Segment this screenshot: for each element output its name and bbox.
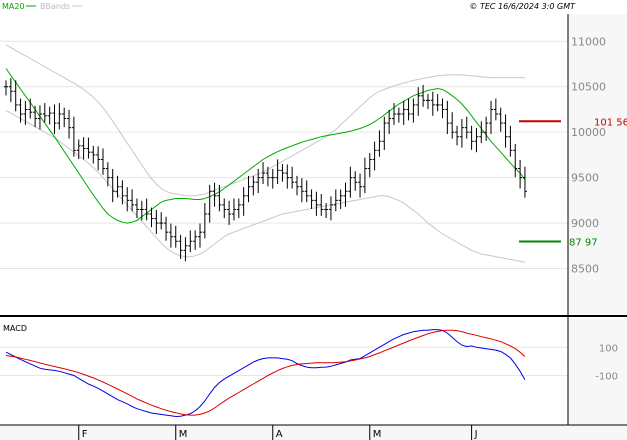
date-axis-bg [0,425,627,440]
legend-ma20: MA20 [2,2,25,11]
macd-title: MACD [3,324,27,333]
price-tick-label: 11000 [571,35,606,48]
macd-tick-label: 100 [599,343,618,354]
legend-bbands: BBands [40,2,70,11]
copyright-stamp: © TEC 16/6/2024 3:0 GMT [469,2,576,11]
month-label: M [373,429,382,440]
month-label: F [82,429,88,440]
price-tick-label: 9500 [571,172,599,185]
support-label: 87 97 [569,238,598,249]
price-tick-label: 10000 [571,126,606,139]
month-label: M [179,429,188,440]
price-tick-label: 10500 [571,81,606,94]
price-tick-label: 9000 [571,217,599,230]
month-label: A [276,429,283,440]
price-tick-label: 8500 [571,263,599,276]
macd-tick-label: -100 [595,372,618,383]
stock-chart: 101 5687 97 8500900095001000010500110001… [0,2,627,440]
macd-panel [0,319,568,425]
month-label: J [474,429,478,440]
